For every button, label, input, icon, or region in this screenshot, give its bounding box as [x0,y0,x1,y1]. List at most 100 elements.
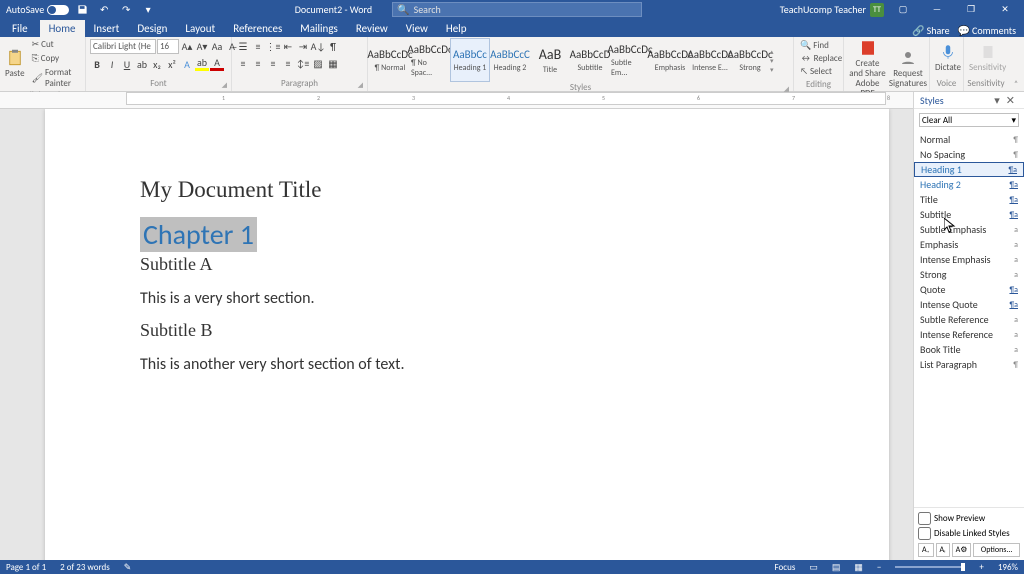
bullets-button[interactable]: ☰ [236,39,250,53]
maximize-button[interactable]: ❐ [956,0,986,19]
style-list-item[interactable]: List Paragraph¶ [914,357,1024,372]
gallery-scroll-down[interactable]: ▾ [770,56,780,65]
font-launcher[interactable]: ◢ [222,80,227,89]
tab-file[interactable]: File [0,20,40,37]
style-inspector-button[interactable]: Aᵢ [936,543,950,557]
new-style-button[interactable]: A₊ [918,543,934,557]
align-left-button[interactable]: ≡ [236,56,250,70]
search-box[interactable]: 🔍 Search [392,2,642,17]
tab-layout[interactable]: Layout [176,20,224,37]
request-sig-button[interactable]: Request Signatures [889,48,927,90]
bold-button[interactable]: B [90,57,104,71]
increase-indent-button[interactable]: ⇥ [296,39,310,53]
tab-review[interactable]: Review [347,20,397,37]
borders-button[interactable]: ▦ [326,56,340,70]
superscript-button[interactable]: x² [165,57,179,71]
strike-button[interactable]: ab [135,57,149,71]
decrease-indent-button[interactable]: ⇤ [281,39,295,53]
style-gallery-item[interactable]: AaBbCcDc¶ Normal [370,38,410,82]
zoom-slider[interactable] [895,566,965,568]
style-list-item[interactable]: Heading 2¶a [914,177,1024,192]
show-marks-button[interactable]: ¶ [326,39,340,53]
justify-button[interactable]: ≡ [281,56,295,70]
comments-button[interactable]: 💬 Comments [958,24,1016,37]
style-list-item[interactable]: Title¶a [914,192,1024,207]
style-list-item[interactable]: Stronga [914,267,1024,282]
gallery-more[interactable]: ▾ [770,65,780,74]
tab-help[interactable]: Help [437,20,476,37]
subscript-button[interactable]: x₂ [150,57,164,71]
dictate-button[interactable]: Dictate [932,42,964,74]
tab-insert[interactable]: Insert [85,20,129,37]
close-button[interactable]: ✕ [990,0,1020,19]
doc-title-text[interactable]: My Document Title [140,177,794,203]
line-spacing-button[interactable]: ↕≡ [296,56,310,70]
style-list-item[interactable]: Emphasisa [914,237,1024,252]
style-list-item[interactable]: Heading 1¶a [914,162,1024,177]
redo-button[interactable]: ↷ [117,2,135,18]
tab-home[interactable]: Home [40,20,85,37]
doc-body-b[interactable]: This is another very short section of te… [140,355,794,374]
style-list-item[interactable]: Book Titlea [914,342,1024,357]
tab-references[interactable]: References [224,20,291,37]
doc-heading1[interactable]: Chapter 1 [140,217,794,256]
zoom-in-button[interactable]: + [979,562,983,573]
tab-design[interactable]: Design [128,20,176,37]
styles-pane-dropdown[interactable]: ▾ [991,94,1003,107]
style-list-item[interactable]: Quote¶a [914,282,1024,297]
find-button[interactable]: 🔍Find [798,39,831,52]
shrink-font-button[interactable]: A▾ [195,40,209,54]
disable-linked-checkbox[interactable]: Disable Linked Styles [918,526,1020,541]
page[interactable]: My Document Title Chapter 1 Subtitle A T… [45,109,889,560]
replace-button[interactable]: ↔Replace [798,52,844,65]
qat-dropdown[interactable]: ▾ [139,2,157,18]
style-gallery-item[interactable]: AaBbCcDcIntense E... [690,38,730,82]
font-size-combo[interactable]: 16 [157,39,179,54]
highlight-button[interactable]: ab [195,57,209,71]
page-count[interactable]: Page 1 of 1 [6,562,46,573]
style-list-item[interactable]: No Spacing¶ [914,147,1024,162]
underline-button[interactable]: U [120,57,134,71]
style-list-item[interactable]: Normal¶ [914,132,1024,147]
font-color-button[interactable]: A [210,57,224,71]
align-center-button[interactable]: ≡ [251,56,265,70]
style-gallery-item[interactable]: AaBbCcDcSubtle Em... [610,38,650,82]
sort-button[interactable]: A↓ [311,39,325,53]
style-gallery-item[interactable]: AaBbCcDcEmphasis [650,38,690,82]
grow-font-button[interactable]: A▴ [180,40,194,54]
align-right-button[interactable]: ≡ [266,56,280,70]
style-list-item[interactable]: Intense Referencea [914,327,1024,342]
font-name-combo[interactable]: Calibri Light (He [90,39,156,54]
style-list-item[interactable]: Subtle Referencea [914,312,1024,327]
sensitivity-button[interactable]: Sensitivity [966,42,1009,74]
italic-button[interactable]: I [105,57,119,71]
gallery-scroll-up[interactable]: ▴ [770,47,780,56]
style-gallery-item[interactable]: AaBTitle [530,38,570,82]
paragraph-launcher[interactable]: ◢ [358,80,363,89]
share-button[interactable]: 🔗 Share [912,24,949,37]
tab-view[interactable]: View [397,20,437,37]
tab-mailings[interactable]: Mailings [291,20,347,37]
zoom-level[interactable]: 196% [998,562,1018,573]
style-list-item[interactable]: Intense Quote¶a [914,297,1024,312]
multilevel-button[interactable]: ⋮≡ [266,39,280,53]
text-effects-button[interactable]: A [180,57,194,71]
style-gallery-item[interactable]: AaBbCcDc¶ No Spac... [410,38,450,82]
shading-button[interactable]: ▨ [311,56,325,70]
autosave-toggle[interactable]: AutoSave [6,3,69,16]
format-painter-button[interactable]: 🖌Format Painter [30,66,83,90]
user-name[interactable]: TeachUcomp Teacher [780,3,866,16]
paste-button[interactable]: Paste [2,48,28,80]
undo-button[interactable]: ↶ [95,2,113,18]
style-list-item[interactable]: Subtle Emphasisa [914,222,1024,237]
horizontal-ruler[interactable]: 12345678 [126,92,886,105]
focus-mode[interactable]: Focus [775,562,796,573]
style-list-item[interactable]: Subtitle¶a [914,207,1024,222]
doc-body-a[interactable]: This is a very short section. [140,289,794,308]
styles-pane-close[interactable]: ✕ [1003,94,1018,107]
style-gallery-item[interactable]: AaBbCcDcStrong [730,38,770,82]
view-web-button[interactable]: ▦ [854,562,863,573]
style-gallery-item[interactable]: AaBbCcDSubtitle [570,38,610,82]
save-button[interactable] [73,2,91,18]
word-count[interactable]: 2 of 23 words [60,562,110,573]
